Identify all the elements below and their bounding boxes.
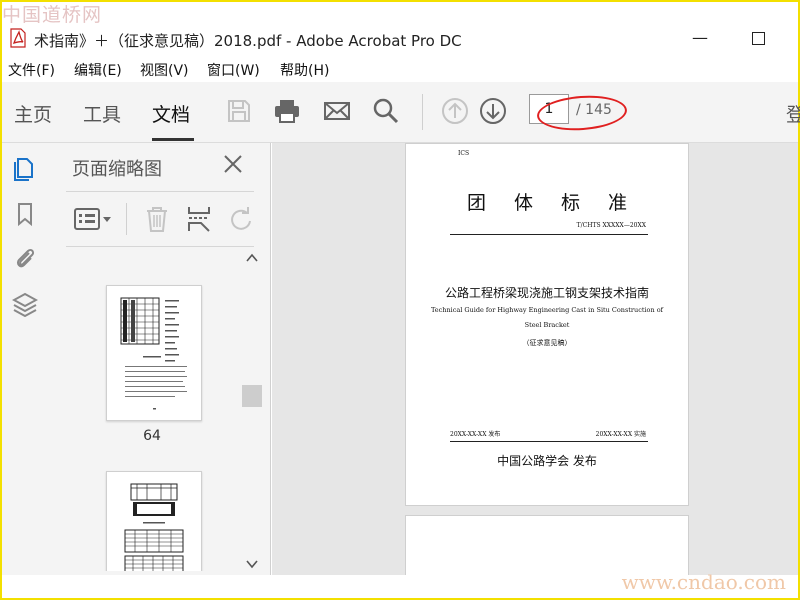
doc-publisher: 中国公路学会 发布 (497, 454, 597, 468)
pdf-file-icon (10, 28, 26, 48)
previous-thumbnail-label-cut (126, 249, 178, 253)
ics-label: ICS (458, 150, 470, 157)
watermark-top: 中国道桥网 (2, 4, 103, 26)
options-menu-icon[interactable] (74, 207, 114, 231)
bookmark-icon[interactable] (12, 201, 38, 227)
thumbnail-scrollbar[interactable] (242, 249, 262, 573)
doc-title: 团体标准 (466, 192, 655, 214)
doc-rule-top (450, 234, 648, 235)
main-toolbar: 主页 工具 文档 1 / 145 登 (2, 82, 800, 143)
toolbar-separator (422, 94, 423, 130)
doc-impl-date: 20XX-XX-XX 实施 (595, 431, 646, 438)
tool-separator (126, 203, 127, 235)
page-thumbnails-panel: 页面缩略图 64 (46, 143, 271, 575)
navigation-rail (2, 143, 47, 575)
email-icon[interactable] (322, 96, 352, 126)
close-icon[interactable] (222, 153, 244, 175)
panel-divider (66, 191, 254, 192)
doc-en-name-line1: Technical Guide for Highway Engineering … (430, 306, 664, 314)
menu-window[interactable]: 窗口(W) (207, 60, 260, 80)
tab-home[interactable]: 主页 (14, 100, 52, 127)
active-tab-indicator (152, 138, 194, 141)
sign-in-button[interactable]: 登 (786, 100, 800, 127)
watermark-bottom: www.cndao.com (621, 570, 786, 594)
doc-code: T/CHTS XXXXX—20XX (576, 222, 646, 229)
panel-toolbar (66, 201, 256, 237)
page-thumbnail-65[interactable] (106, 471, 202, 571)
page-thumbnail-64[interactable] (106, 285, 202, 421)
doc-issue-date: 20XX-XX-XX 发布 (450, 431, 501, 438)
layers-icon[interactable] (12, 291, 38, 317)
menu-help[interactable]: 帮助(H) (280, 60, 329, 80)
panel-divider-2 (66, 246, 254, 247)
window-title: 术指南》＋（征求意见稿）2018.pdf - Adobe Acrobat Pro… (34, 32, 462, 50)
thumbnail-page-label: 64 (143, 428, 161, 444)
document-page-1: ICS 团体标准 T/CHTS XXXXX—20XX 公路工程桥梁现浇施工钢支架… (405, 143, 689, 506)
title-bar: 术指南》＋（征求意见稿）2018.pdf - Adobe Acrobat Pro… (2, 24, 798, 54)
doc-cn-name: 公路工程桥梁现浇施工钢支架技术指南 (444, 286, 649, 300)
minimize-icon[interactable]: — (692, 28, 708, 47)
print-icon[interactable] (272, 96, 302, 126)
document-view: ICS 团体标准 T/CHTS XXXXX—20XX 公路工程桥梁现浇施工钢支架… (272, 143, 798, 575)
attachment-icon[interactable] (12, 245, 38, 271)
tab-document[interactable]: 文档 (152, 100, 190, 127)
page-thumbnails-icon[interactable] (12, 155, 38, 181)
save-icon[interactable] (224, 96, 254, 126)
doc-rule-bottom (450, 441, 648, 442)
tab-tools[interactable]: 工具 (83, 100, 121, 127)
delete-icon[interactable] (144, 205, 170, 233)
menu-edit[interactable]: 编辑(E) (74, 60, 122, 80)
insert-pages-icon[interactable] (186, 205, 212, 233)
menu-view[interactable]: 视图(V) (140, 60, 189, 80)
search-icon[interactable] (371, 96, 401, 126)
panel-title: 页面缩略图 (72, 159, 162, 180)
maximize-icon[interactable] (752, 32, 765, 45)
thumbnail-content (124, 483, 184, 571)
next-page-icon[interactable] (478, 96, 508, 126)
previous-page-icon[interactable] (440, 96, 470, 126)
doc-en-name-line2: Steel Bracket (524, 321, 570, 329)
doc-draft-note: （征求意见稿） (522, 339, 572, 347)
rotate-icon[interactable] (228, 205, 254, 233)
menu-file[interactable]: 文件(F) (8, 60, 55, 80)
thumbnail-content (120, 297, 187, 410)
document-page-2 (405, 515, 689, 575)
menu-bar: 文件(F) 编辑(E) 视图(V) 窗口(W) 帮助(H) (2, 58, 798, 82)
